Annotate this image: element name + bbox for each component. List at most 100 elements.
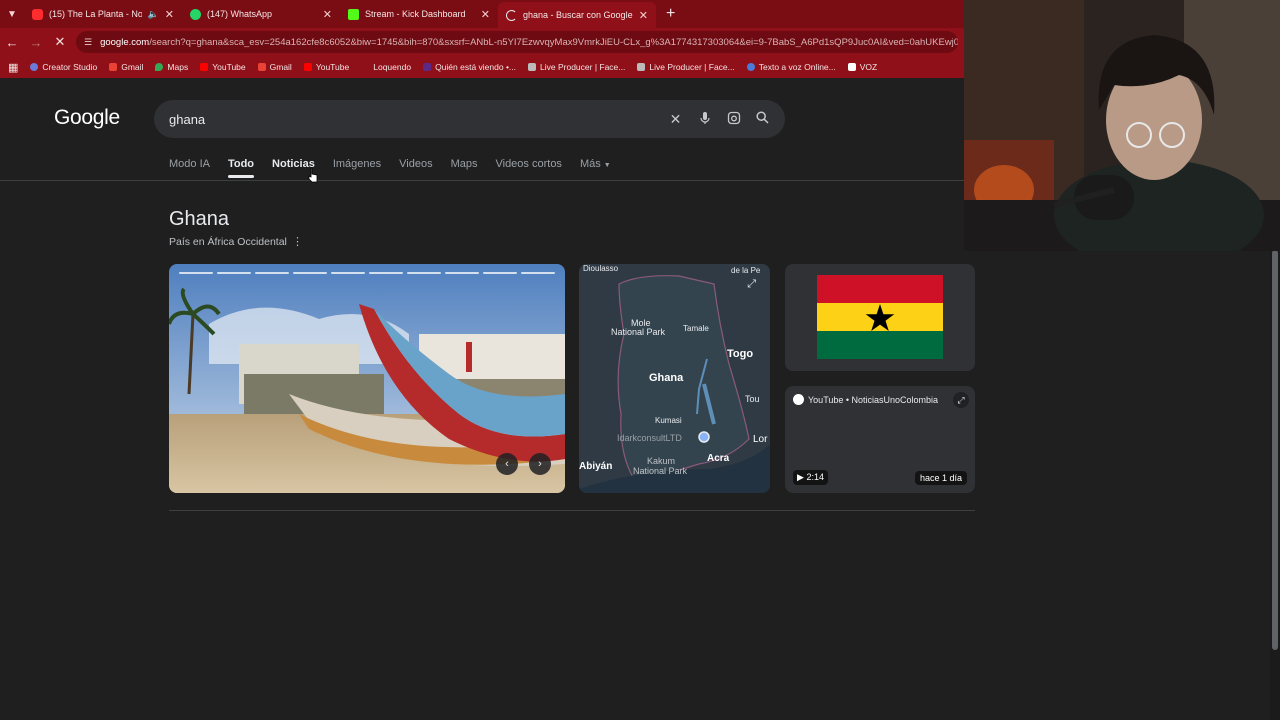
gmail-icon xyxy=(109,63,118,71)
new-tab-button[interactable]: + xyxy=(656,5,685,23)
youtube-icon xyxy=(32,8,43,20)
panel-divider xyxy=(169,510,975,511)
image-carousel[interactable]: ‹ › xyxy=(169,264,565,493)
expand-video-icon[interactable]: ⤢ xyxy=(953,392,969,408)
bookmark-label: Live Producer | Face... xyxy=(649,62,735,72)
channel-avatar xyxy=(793,394,804,405)
site-info-icon[interactable]: ☰ xyxy=(84,37,92,48)
bookmark-item[interactable]: Texto a voz Online... xyxy=(746,62,836,72)
search-nav-tabs: Modo IA Todo Noticias Imágenes Videos Ma… xyxy=(169,158,611,178)
tab-modo-ia[interactable]: Modo IA xyxy=(169,158,210,178)
tab-kick[interactable]: Stream - Kick Dashboard ✕ xyxy=(340,0,498,28)
loading-spinner-icon xyxy=(506,9,517,21)
video-source: YouTube • NoticiasUnoColombia xyxy=(793,394,938,405)
video-card[interactable]: YouTube • NoticiasUnoColombia ⤢ ▶ 2:14 h… xyxy=(785,386,975,493)
creator-studio-icon xyxy=(30,63,39,71)
search-box[interactable]: ghana ✕ xyxy=(154,100,785,138)
bookmark-item[interactable]: Loquendo xyxy=(361,62,411,72)
map-label-tamale: Tamale xyxy=(683,324,709,333)
map-label-tou: Tou xyxy=(745,394,760,404)
bookmark-item[interactable]: Gmail xyxy=(109,62,143,72)
url-host: google.com xyxy=(100,36,150,48)
location-pin-icon xyxy=(698,431,710,443)
search-input[interactable]: ghana xyxy=(169,112,661,127)
bookmark-label: Loquendo xyxy=(373,62,412,72)
tab-search-icon[interactable]: ▼ xyxy=(0,0,24,28)
close-tab-icon[interactable]: ✕ xyxy=(323,8,332,21)
clear-icon[interactable]: ✕ xyxy=(661,111,690,128)
video-age: hace 1 día xyxy=(914,471,967,485)
ghana-map: Dioulasso de la Pe Mole National Park Tam… xyxy=(579,264,770,493)
flag-card[interactable] xyxy=(785,264,975,371)
bookmark-item[interactable]: VOZ xyxy=(847,62,878,72)
bookmark-label: VOZ xyxy=(859,62,878,72)
bookmark-item[interactable]: YouTube xyxy=(303,62,349,72)
play-icon: ▶ xyxy=(797,472,804,482)
tab-todo[interactable]: Todo xyxy=(227,158,255,178)
streamer-webcam xyxy=(964,0,1280,251)
expand-map-icon[interactable]: ⤢ xyxy=(747,278,756,291)
bookmark-item[interactable]: Gmail xyxy=(257,62,292,72)
scrollbar-thumb[interactable] xyxy=(1272,250,1278,650)
more-options-icon[interactable]: ⋮ xyxy=(292,235,303,248)
bookmark-item[interactable]: Live Producer | Face... xyxy=(637,62,735,72)
search-icon[interactable] xyxy=(748,111,777,127)
caret-down-icon: ▼ xyxy=(603,162,611,169)
toolbar: ← → ✕ ☰ google.com/search?q=ghana&sca_es… xyxy=(0,28,964,56)
close-tab-icon[interactable]: ✕ xyxy=(481,8,490,21)
webcam-overlay xyxy=(964,0,1280,251)
bookmark-label: Texto a voz Online... xyxy=(758,62,836,72)
apps-grid-icon[interactable]: ▦ xyxy=(8,61,18,74)
speaker-icon[interactable]: 🔈 xyxy=(148,9,159,20)
bookmark-item[interactable]: YouTube xyxy=(200,62,246,72)
bookmark-item[interactable]: Quién está viendo •... xyxy=(423,62,516,72)
close-tab-icon[interactable]: ✕ xyxy=(639,9,648,22)
map-label-idark: IdarkconsultLTD xyxy=(617,433,682,443)
video-source-label: YouTube • NoticiasUnoColombia xyxy=(808,394,939,405)
carousel-prev-button[interactable]: ‹ xyxy=(496,453,518,475)
tab-mas-label: Más xyxy=(579,158,601,170)
bookmark-label: Gmail xyxy=(121,62,144,72)
map-label-togo: Togo xyxy=(727,348,753,360)
tab-strip: ▼ (15) The La Planta - No Me 🔈 ✕ (147) W… xyxy=(0,0,964,28)
page-icon xyxy=(528,63,537,71)
bookmark-item[interactable]: Maps xyxy=(155,62,188,72)
tab-google-search[interactable]: ghana - Buscar con Google ✕ xyxy=(498,2,656,28)
bookmark-label: Creator Studio xyxy=(42,62,98,72)
microphone-icon[interactable] xyxy=(690,111,719,128)
tab-youtube[interactable]: (15) The La Planta - No Me 🔈 ✕ xyxy=(24,0,182,28)
tab-maps[interactable]: Maps xyxy=(451,158,478,178)
address-bar[interactable]: ☰ google.com/search?q=ghana&sca_esv=254a… xyxy=(76,31,958,53)
map-label-ghana: Ghana xyxy=(649,372,684,384)
globe-icon xyxy=(746,63,755,71)
forward-icon[interactable]: → xyxy=(24,35,48,50)
whatsapp-icon xyxy=(190,8,201,20)
maps-icon xyxy=(155,63,164,71)
youtube-icon xyxy=(303,63,312,71)
map-card[interactable]: Dioulasso de la Pe Mole National Park Tam… xyxy=(579,264,770,493)
gmail-icon xyxy=(257,63,266,71)
bookmark-item[interactable]: Live Producer | Face... xyxy=(528,62,625,72)
tab-videos-cortos[interactable]: Videos cortos xyxy=(495,158,561,178)
kick-icon xyxy=(348,8,359,20)
tab-title: (147) WhatsApp xyxy=(207,9,273,19)
stop-icon[interactable]: ✕ xyxy=(48,34,72,50)
bookmark-item[interactable]: Creator Studio xyxy=(30,62,97,72)
tab-title: (15) The La Planta - No Me xyxy=(49,9,142,19)
tab-videos[interactable]: Videos xyxy=(399,158,432,178)
tab-whatsapp[interactable]: (147) WhatsApp ✕ xyxy=(182,0,340,28)
map-label-kumasi: Kumasi xyxy=(655,416,682,425)
carousel-next-button[interactable]: › xyxy=(529,453,551,475)
back-icon[interactable]: ← xyxy=(0,35,24,50)
close-tab-icon[interactable]: ✕ xyxy=(165,8,174,21)
tab-mas[interactable]: Más ▼ xyxy=(580,158,611,178)
url-path: /search?q=ghana&sca_esv=254a162cfe8c6052… xyxy=(149,36,958,48)
bookmarks-bar: ▦ Creator Studio Gmail Maps YouTube Gmai… xyxy=(0,56,964,78)
google-logo[interactable]: Google xyxy=(54,106,120,130)
tab-imagenes[interactable]: Imágenes xyxy=(333,158,381,178)
bookmark-label: Live Producer | Face... xyxy=(540,62,626,72)
knowledge-panel-subtitle: País en África Occidental xyxy=(169,236,287,248)
youtube-icon xyxy=(200,63,209,71)
map-label-abiyan: Abiyán xyxy=(579,461,612,472)
lens-camera-icon[interactable] xyxy=(719,111,748,128)
